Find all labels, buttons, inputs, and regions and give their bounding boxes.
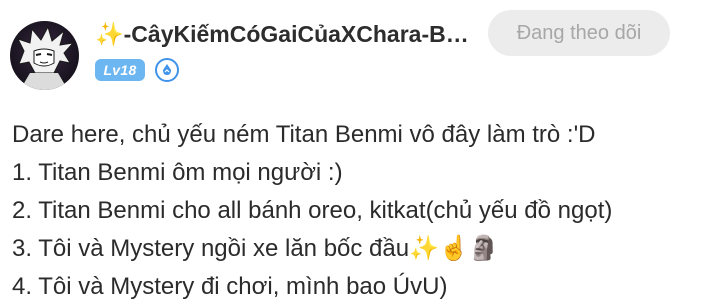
level-badge: Lv18 — [95, 59, 145, 81]
avatar[interactable] — [10, 21, 79, 90]
drop-icon — [163, 64, 171, 75]
content-line: 1. Titan Benmi ôm mọi người :) — [12, 159, 343, 186]
post-content: Dare here, chủ yếu ném Titan Benmi vô đâ… — [12, 116, 692, 306]
content-line: 4. Tôi và Mystery đi chơi, mình bao ÚvU) — [12, 273, 448, 300]
content-line: Dare here, chủ yếu ném Titan Benmi vô đâ… — [12, 121, 596, 148]
post-header: ✨-CâyKiếmCóGaiCủaXChara-Benmi Lv18 Đang … — [0, 0, 701, 100]
content-line: 3. Tôi và Mystery ngồi xe lăn bốc đầu✨☝️… — [12, 235, 499, 262]
anime-avatar-icon — [17, 25, 75, 90]
username[interactable]: ✨-CâyKiếmCóGaiCủaXChara-Benmi — [95, 18, 475, 50]
content-line: 2. Titan Benmi cho all bánh oreo, kitkat… — [12, 197, 613, 224]
follow-button[interactable]: Đang theo dõi — [488, 10, 670, 56]
title-badge-icon[interactable] — [155, 58, 179, 82]
user-badges: Lv18 — [95, 58, 179, 82]
